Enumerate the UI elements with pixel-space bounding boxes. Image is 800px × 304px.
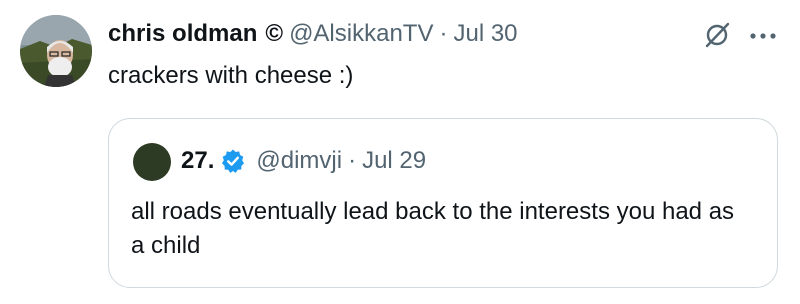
author-avatar[interactable] [20, 15, 92, 87]
grok-icon[interactable] [702, 20, 732, 50]
tweet-text: crackers with cheese :) [108, 62, 354, 89]
separator-dot: · [348, 147, 357, 174]
author-handle[interactable]: @AlsikkanTV [289, 18, 433, 50]
quoted-tweet-card[interactable]: 27. @dimvji · Jul 29 all roads eventuall… [108, 118, 778, 288]
author-badge: © [265, 20, 284, 47]
quoted-tweet-date[interactable]: Jul 29 [362, 145, 426, 177]
quoted-author-handle[interactable]: @dimvji [256, 145, 342, 177]
avatar-photo [20, 15, 92, 87]
more-dots-icon[interactable] [748, 26, 778, 46]
author-name[interactable]: chris oldman [108, 18, 257, 50]
quoted-tweet-header: 27. @dimvji · Jul 29 [181, 145, 426, 177]
tweet-header: chris oldman © @AlsikkanTV · Jul 30 [108, 18, 518, 50]
verified-badge-icon [220, 148, 246, 174]
quoted-author-name[interactable]: 27. [181, 145, 214, 177]
separator-dot: · [439, 20, 448, 47]
tweet-date[interactable]: Jul 30 [453, 18, 517, 50]
quoted-author-avatar[interactable] [133, 143, 171, 181]
quoted-tweet-text: all roads eventually lead back to the in… [131, 198, 735, 259]
